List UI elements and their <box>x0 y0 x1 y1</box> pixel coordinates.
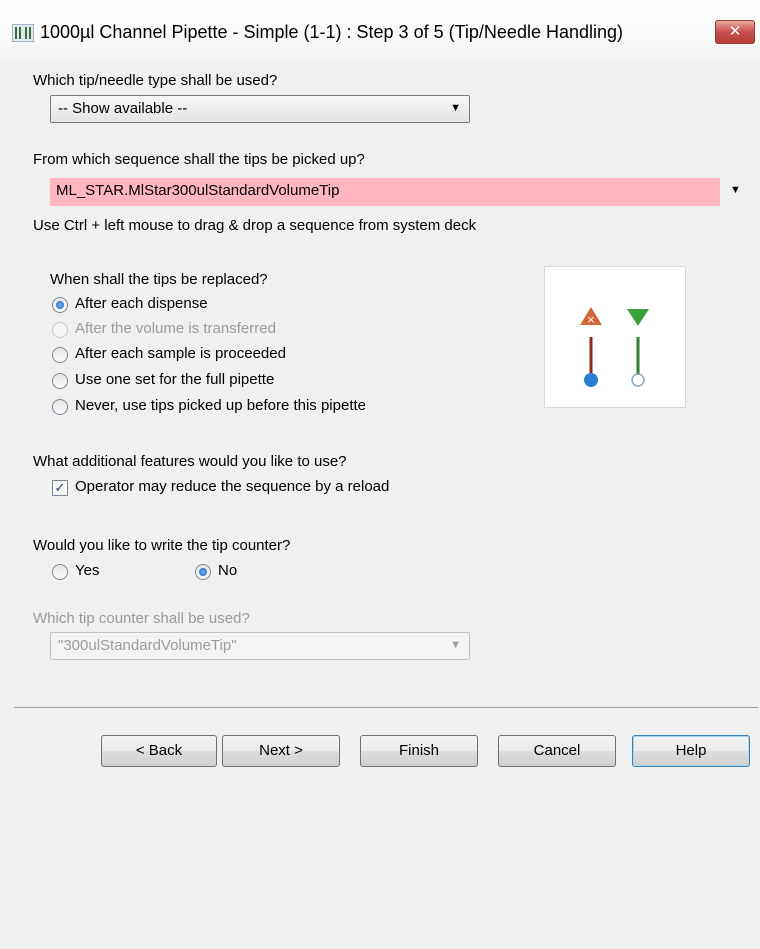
replace-option-radio-0[interactable] <box>52 297 68 313</box>
next-button[interactable]: Next > <box>222 735 340 767</box>
tip-type-label: Which tip/needle type shall be used? <box>33 72 278 89</box>
replace-option-label: After the volume is transferred <box>75 320 276 337</box>
dropdown-arrow-icon: ▼ <box>450 639 461 651</box>
tip-counter-no-radio[interactable] <box>195 564 211 580</box>
reload-checkbox[interactable]: ✓ <box>52 480 68 496</box>
replace-option-radio-2[interactable] <box>52 347 68 363</box>
tip-eject-icon: × <box>580 307 602 387</box>
title-bar: 1000µl Channel Pipette - Simple (1-1) : … <box>0 0 760 60</box>
close-icon: ✕ <box>728 23 742 40</box>
sequence-label: From which sequence shall the tips be pi… <box>33 151 365 168</box>
tip-handling-illustration: × <box>544 266 686 408</box>
tip-counter-yes-label: Yes <box>75 562 100 579</box>
pipette-app-icon <box>12 24 34 42</box>
replace-label: When shall the tips be replaced? <box>50 271 268 288</box>
svg-text:×: × <box>586 313 595 326</box>
replace-option-label: After each dispense <box>75 295 208 312</box>
tip-counter-dropdown: "300ulStandardVolumeTip" ▼ <box>50 632 470 660</box>
tip-type-value: -- Show available -- <box>58 100 188 117</box>
button-separator <box>14 707 758 708</box>
cancel-button[interactable]: Cancel <box>498 735 616 767</box>
features-label: What additional features would you like … <box>33 453 347 470</box>
sequence-input[interactable]: ML_STAR.MlStar300ulStandardVolumeTip <box>50 178 720 206</box>
replace-option-label: After each sample is proceeded <box>75 345 286 362</box>
tip-counter-no-label: No <box>218 562 238 579</box>
which-tip-counter-label: Which tip counter shall be used? <box>33 610 250 627</box>
tip-pickup-icon <box>627 309 649 387</box>
tip-counter-yes-radio[interactable] <box>52 564 68 580</box>
sequence-dropdown-arrow-icon[interactable]: ▼ <box>730 184 741 196</box>
sequence-hint: Use Ctrl + left mouse to drag & drop a s… <box>33 217 477 234</box>
replace-option-label: Never, use tips picked up before this pi… <box>75 397 367 414</box>
wizard-body: Which tip/needle type shall be used? -- … <box>12 60 760 949</box>
window-title: 1000µl Channel Pipette - Simple (1-1) : … <box>40 22 624 42</box>
replace-option-radio-1 <box>52 322 68 338</box>
replace-option-radio-4[interactable] <box>52 399 68 415</box>
finish-button[interactable]: Finish <box>360 735 478 767</box>
dropdown-arrow-icon: ▼ <box>450 102 461 114</box>
back-button[interactable]: < Back <box>101 735 217 767</box>
help-button[interactable]: Help <box>632 735 750 767</box>
reload-checkbox-label: Operator may reduce the sequence by a re… <box>75 478 390 495</box>
sequence-value: ML_STAR.MlStar300ulStandardVolumeTip <box>56 182 340 199</box>
close-button[interactable]: ✕ <box>715 20 755 44</box>
replace-option-label: Use one set for the full pipette <box>75 371 275 388</box>
tip-type-dropdown[interactable]: -- Show available -- ▼ <box>50 95 470 123</box>
tip-counter-value: "300ulStandardVolumeTip" <box>58 637 237 654</box>
tip-counter-label: Would you like to write the tip counter? <box>33 537 291 554</box>
replace-option-radio-3[interactable] <box>52 373 68 389</box>
